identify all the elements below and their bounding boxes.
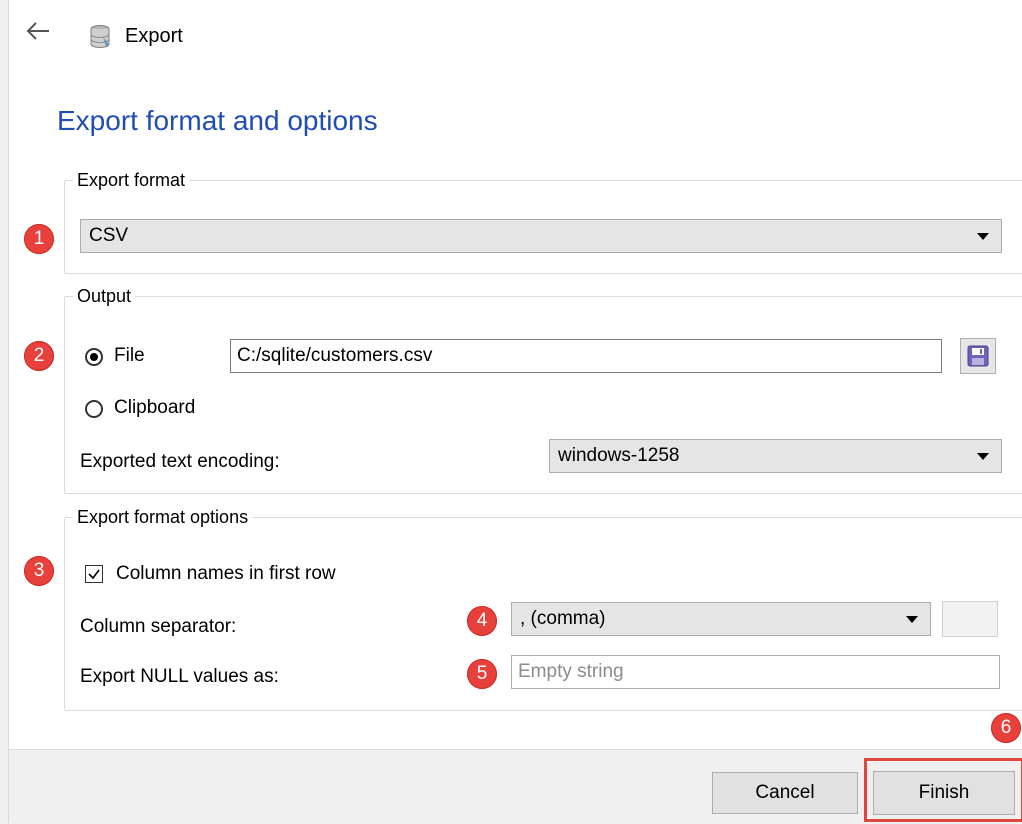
- checkmark-icon: [88, 569, 100, 580]
- file-path-input[interactable]: C:/sqlite/customers.csv: [230, 339, 942, 373]
- output-legend: Output: [77, 286, 132, 306]
- back-arrow-icon[interactable]: [25, 20, 51, 42]
- floppy-disk-icon: [967, 345, 989, 367]
- annotation-badge-5: 5: [467, 659, 497, 689]
- chevron-down-icon: [977, 232, 989, 240]
- null-values-label: Export NULL values as:: [80, 666, 279, 687]
- export-format-select[interactable]: CSV: [80, 219, 1002, 253]
- annotation-badge-2: 2: [24, 341, 54, 371]
- encoding-value: windows-1258: [558, 445, 680, 466]
- cancel-button[interactable]: Cancel: [712, 772, 858, 814]
- separator-custom-field[interactable]: [942, 601, 998, 637]
- annotation-badge-6: 6: [991, 713, 1021, 743]
- column-separator-select[interactable]: , (comma): [511, 602, 931, 636]
- annotation-badge-4: 4: [467, 606, 497, 636]
- export-dialog: Export Export format and options Export …: [8, 0, 1022, 824]
- column-names-checkbox[interactable]: [85, 565, 103, 583]
- clipboard-radio[interactable]: [85, 400, 103, 418]
- clipboard-radio-label[interactable]: Clipboard: [114, 397, 195, 419]
- annotation-badge-3: 3: [24, 556, 54, 586]
- encoding-select[interactable]: windows-1258: [549, 439, 1002, 473]
- export-format-legend: Export format: [77, 170, 186, 190]
- column-names-label[interactable]: Column names in first row: [116, 563, 336, 585]
- null-values-input[interactable]: Empty string: [511, 655, 1000, 689]
- page-title: Export format and options: [57, 105, 378, 136]
- title-bar: Export: [9, 0, 1022, 80]
- save-file-button[interactable]: [960, 338, 996, 374]
- chevron-down-icon: [906, 615, 918, 623]
- column-separator-label: Column separator:: [80, 616, 237, 637]
- file-radio-label[interactable]: File: [114, 345, 145, 367]
- file-radio[interactable]: [85, 348, 103, 366]
- format-options-legend: Export format options: [77, 507, 249, 527]
- finish-button[interactable]: Finish: [873, 771, 1015, 815]
- annotation-badge-1: 1: [24, 224, 54, 254]
- database-icon: [90, 25, 110, 48]
- column-separator-value: , (comma): [520, 608, 606, 629]
- window-title: Export: [125, 25, 183, 47]
- export-format-value: CSV: [89, 225, 129, 246]
- chevron-down-icon: [977, 452, 989, 460]
- encoding-label: Exported text encoding:: [80, 451, 280, 472]
